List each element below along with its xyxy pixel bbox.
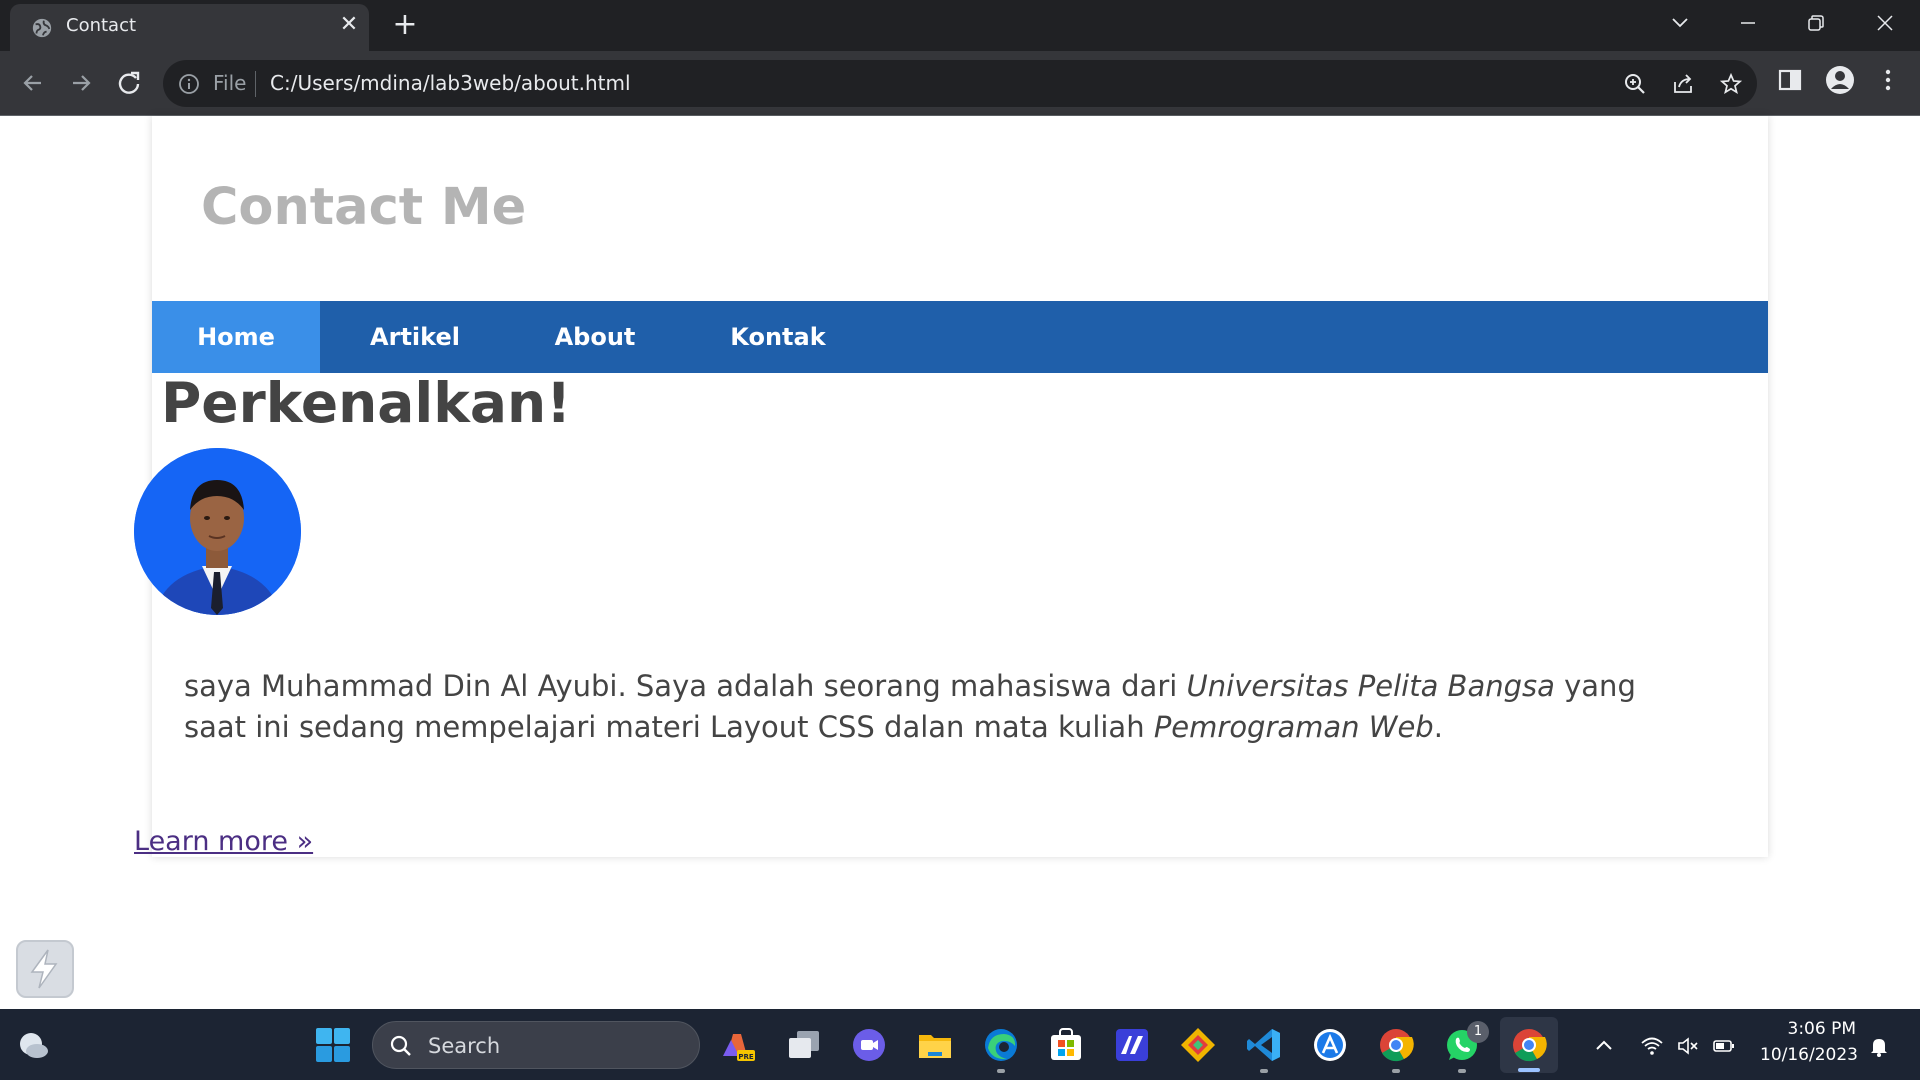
volume-muted-icon[interactable]	[1676, 1034, 1700, 1058]
restore-icon[interactable]	[1801, 8, 1831, 38]
copilot-pre-icon[interactable]: PRE	[719, 1026, 757, 1064]
taskbar-search[interactable]: Search	[372, 1021, 700, 1069]
nav-link-artikel[interactable]: Artikel	[320, 301, 510, 373]
floating-widget-button[interactable]	[16, 940, 74, 998]
browser-toolbar: File C:/Users/mdina/lab3web/about.html	[0, 51, 1920, 116]
site-navbar: Home Artikel About Kontak	[152, 301, 1768, 373]
globe-icon	[32, 18, 52, 38]
git-tool-icon[interactable]	[1179, 1026, 1217, 1064]
running-indicator	[997, 1069, 1005, 1073]
windows-taskbar: Search PRE 1 3:06 PM 10/16/2023	[0, 1009, 1920, 1080]
running-indicator	[1392, 1069, 1400, 1073]
profile-photo	[134, 448, 301, 615]
url-scheme-label: File	[213, 71, 247, 95]
nav-link-about[interactable]: About	[510, 301, 680, 373]
minimize-icon[interactable]	[1733, 8, 1763, 38]
chevron-up-icon[interactable]	[1592, 1034, 1616, 1058]
nav-link-home[interactable]: Home	[152, 301, 320, 373]
wifi-icon[interactable]	[1640, 1034, 1664, 1058]
chrome-icon[interactable]	[1377, 1026, 1415, 1064]
about-text-prefix: saya Muhammad Din Al Ayubi. Saya adalah …	[184, 669, 1187, 703]
kebab-menu-icon[interactable]	[1875, 67, 1901, 93]
battery-icon[interactable]	[1712, 1034, 1736, 1058]
app-store-icon[interactable]	[1311, 1026, 1349, 1064]
about-paragraph: saya Muhammad Din Al Ayubi. Saya adalah …	[184, 666, 1684, 748]
search-label: Search	[428, 1034, 501, 1058]
clock-time[interactable]: 3:06 PM	[1760, 1019, 1857, 1039]
task-view-icon[interactable]	[785, 1026, 823, 1064]
whatsapp-badge: 1	[1467, 1021, 1489, 1043]
side-panel-icon[interactable]	[1777, 67, 1803, 93]
profile-icon[interactable]	[1825, 65, 1855, 95]
address-bar[interactable]: File C:/Users/mdina/lab3web/about.html	[163, 60, 1757, 107]
teams-chat-icon[interactable]	[850, 1026, 888, 1064]
tab-title: Contact	[66, 15, 137, 36]
notification-bell-icon[interactable]	[1867, 1034, 1891, 1058]
chrome-active-icon	[1513, 1029, 1547, 1062]
learn-more-link[interactable]: Learn more »	[134, 826, 313, 857]
search-icon	[390, 1035, 411, 1056]
vmware-app-icon[interactable]	[1113, 1026, 1151, 1064]
url-divider	[255, 71, 256, 97]
about-university: Universitas Pelita Bangsa	[1186, 669, 1555, 703]
chrome-active-app[interactable]	[1500, 1017, 1558, 1073]
page-viewport: Contact Me Home Artikel About Kontak Per…	[0, 116, 1920, 1009]
info-icon[interactable]	[178, 73, 200, 95]
about-text-suffix: .	[1433, 710, 1443, 744]
edge-browser-icon[interactable]	[982, 1026, 1020, 1064]
tab-close-icon[interactable]: ✕	[336, 12, 362, 38]
browser-tab-contact[interactable]: Contact ✕	[10, 4, 369, 51]
share-icon[interactable]	[1671, 72, 1695, 96]
browser-tabstrip: Contact ✕ +	[0, 0, 1920, 51]
reload-icon[interactable]	[111, 65, 147, 101]
file-explorer-icon[interactable]	[916, 1026, 954, 1064]
windows-start-icon[interactable]	[314, 1026, 352, 1064]
microsoft-store-icon[interactable]	[1047, 1026, 1085, 1064]
chevron-down-icon[interactable]	[1668, 10, 1692, 34]
url-text[interactable]: C:/Users/mdina/lab3web/about.html	[270, 71, 631, 95]
close-window-icon[interactable]	[1870, 8, 1900, 38]
widget-bolt-icon	[30, 949, 58, 989]
back-arrow-icon[interactable]	[15, 65, 51, 101]
site-header-title: Contact Me	[201, 178, 527, 237]
zoom-icon[interactable]	[1623, 72, 1647, 96]
page-heading: Perkenalkan!	[161, 371, 572, 435]
clock-date[interactable]: 10/16/2023	[1760, 1045, 1858, 1065]
about-course: Pemrograman Web	[1153, 710, 1434, 744]
new-tab-icon[interactable]: +	[390, 10, 420, 41]
nav-link-kontak[interactable]: Kontak	[680, 301, 876, 373]
weather-icon[interactable]	[15, 1027, 51, 1063]
active-indicator	[1518, 1068, 1540, 1072]
vscode-icon[interactable]	[1245, 1026, 1283, 1064]
forward-arrow-icon[interactable]	[63, 65, 99, 101]
bookmark-star-icon[interactable]	[1719, 72, 1743, 96]
running-indicator	[1458, 1069, 1466, 1073]
svg-text:PRE: PRE	[738, 1053, 754, 1061]
running-indicator	[1260, 1069, 1268, 1073]
